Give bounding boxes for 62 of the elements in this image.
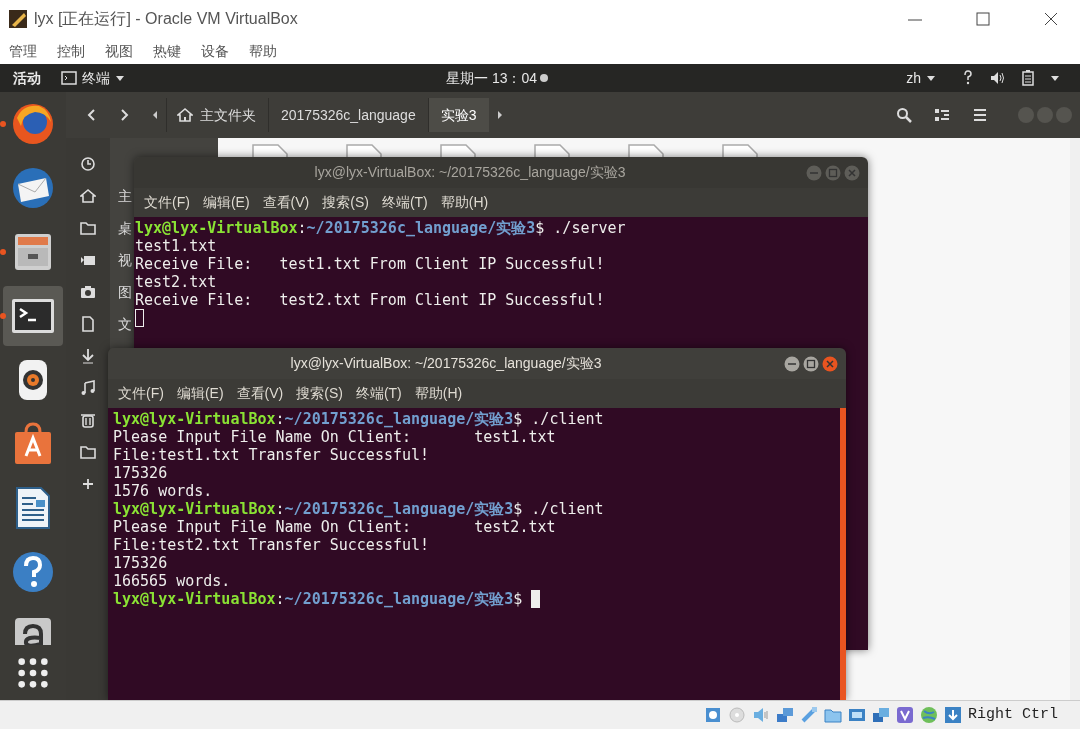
command-text: $ ./server [535, 219, 626, 237]
window-title: lyx@lyx-VirtualBox: ~/20175326c_language/实验3 [313, 163, 627, 182]
menu-item[interactable]: 帮助(H) [414, 383, 463, 404]
command-text: $ [513, 590, 524, 608]
menu-item[interactable]: 控制 [57, 40, 85, 62]
menu-item[interactable]: 帮助 [249, 40, 277, 62]
prompt-path: ~/20175326c_language/实验3 [306, 219, 536, 237]
sidebar-item[interactable]: 图 [118, 284, 132, 300]
menu-item[interactable]: 终端(T) [355, 383, 402, 404]
prompt-user: lyx@lyx-VirtualBox [113, 410, 276, 428]
window-title: lyx@lyx-VirtualBox: ~/20175326c_language/实验3 [289, 354, 603, 373]
prompt-separator: : [275, 590, 285, 608]
clock[interactable]: 星期一 13：04 [446, 67, 538, 89]
sidebar-item[interactable]: 文 [118, 316, 132, 332]
window-title: lyx [正在运行] - Oracle VM VirtualBox [34, 9, 298, 29]
menu-item[interactable]: 视图 [105, 40, 133, 62]
terminal-output: Receive File: test2.txt From Client IP Successful! [135, 291, 605, 309]
command-text: $ ./client [513, 410, 604, 428]
terminal-output: File:test2.txt Transfer Successful! [113, 536, 430, 554]
command-text: $ ./client [513, 500, 604, 518]
terminal-output: test1.txt [135, 237, 217, 255]
menu-item[interactable]: 终端(T) [381, 192, 428, 213]
prompt-separator: : [275, 410, 285, 428]
sidebar-item[interactable]: 视 [118, 252, 132, 268]
terminal-output: 1576 words. [113, 482, 213, 500]
prompt-user: lyx@lyx-VirtualBox [113, 500, 276, 518]
path-button[interactable]: 实验3 [427, 98, 489, 132]
menu-item[interactable]: 编辑(E) [202, 192, 250, 213]
terminal-output: 175326 [113, 554, 168, 572]
terminal-output: 175326 [113, 464, 168, 482]
prompt-path: ~/20175326c_language/实验3 [284, 410, 514, 428]
menu-item[interactable]: 查看(V) [236, 383, 284, 404]
prompt-separator: : [275, 500, 285, 518]
menu-item[interactable]: 管理 [9, 40, 37, 62]
input-method[interactable]: zh [906, 67, 921, 89]
terminal-output: 166565 words. [113, 572, 231, 590]
menu-item[interactable]: 查看(V) [262, 192, 310, 213]
menu-item[interactable]: 设备 [201, 40, 229, 62]
menu-item[interactable]: 搜索(S) [296, 383, 343, 404]
terminal-output: Please Input File Name On Client: test2.txt [113, 518, 556, 536]
prompt-path: ~/20175326c_language/实验3 [284, 590, 514, 608]
menu-item[interactable]: 文件(F) [144, 192, 190, 213]
terminal-output: File:test1.txt Transfer Successful! [113, 446, 430, 464]
host-key-label: Right Ctrl [968, 704, 1058, 725]
sidebar-item[interactable]: 桌 [118, 220, 132, 236]
menu-item[interactable]: 编辑(E) [176, 383, 224, 404]
prompt-path: ~/20175326c_language/实验3 [284, 500, 514, 518]
terminal-output: test2.txt [135, 273, 217, 291]
menu-item[interactable]: 搜索(S) [322, 192, 369, 213]
prompt-separator: : [297, 219, 307, 237]
terminal-output: Receive File: test1.txt From Client IP Successful! [135, 255, 605, 273]
terminal-output: Please Input File Name On Client: test1.txt [113, 428, 556, 446]
app-menu[interactable]: 终端 [82, 67, 110, 89]
activities-button[interactable]: 活动 [13, 67, 41, 89]
path-button[interactable]: 20175326c_language [268, 98, 428, 132]
menu-item[interactable]: 文件(F) [118, 383, 164, 404]
menu-item[interactable]: 热键 [153, 40, 181, 62]
prompt-user: lyx@lyx-VirtualBox [135, 219, 298, 237]
menu-item[interactable]: 帮助(H) [440, 192, 489, 213]
prompt-user: lyx@lyx-VirtualBox [113, 590, 276, 608]
sidebar-item[interactable]: 主 [118, 188, 132, 204]
path-button[interactable]: 主文件夹 [166, 98, 268, 132]
